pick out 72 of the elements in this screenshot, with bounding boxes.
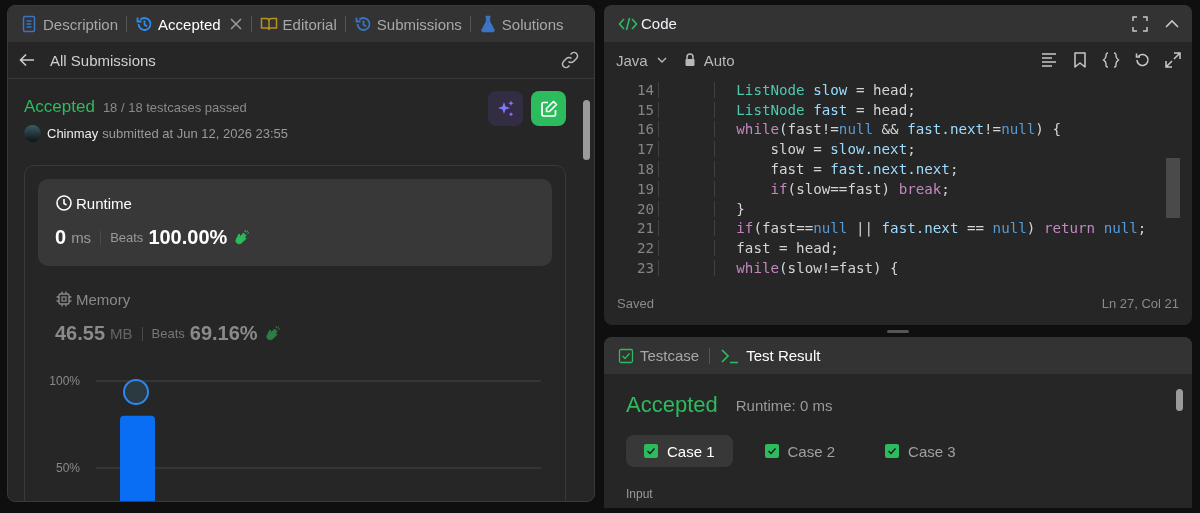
language-dropdown[interactable]: Java (614, 51, 670, 69)
submission-time: submitted at Jun 12, 2026 23:55 (102, 126, 289, 141)
submission-status: Accepted (24, 97, 95, 117)
problem-tab[interactable]: Editorial (259, 15, 337, 33)
history-icon (353, 15, 372, 33)
stat-title: Runtime (76, 194, 132, 212)
expand-icon[interactable] (1164, 51, 1182, 69)
stat-value: 0 (55, 226, 67, 249)
line-number: 16 (635, 121, 654, 138)
lock-icon (683, 53, 696, 67)
line-number: 22 (635, 240, 654, 257)
problem-tab[interactable]: Solutions (478, 15, 564, 33)
testcase-count: 18 / 18 testcases passed (102, 100, 247, 115)
problem-tab[interactable]: Accepted (135, 15, 221, 33)
flask-icon (478, 15, 497, 33)
stat-value: 46.55 (55, 322, 106, 345)
terminal-icon (720, 347, 741, 364)
case-tab[interactable]: Case 1 (626, 435, 733, 467)
code-brackets-icon (618, 15, 638, 32)
stat-title: Memory (76, 290, 131, 308)
stat-unit: ms (71, 229, 92, 246)
result-status: Accepted (626, 392, 718, 418)
problem-tab[interactable]: Description (20, 15, 119, 33)
problem-tab[interactable]: Submissions (353, 15, 462, 33)
edit-icon (538, 98, 559, 119)
checkbox-icon (618, 347, 634, 364)
close-icon[interactable] (228, 17, 243, 31)
stat-panel[interactable]: Runtime 0 ms Beats 100.00% (38, 179, 552, 266)
edit-button[interactable] (531, 91, 566, 126)
beats-label: Beats (151, 326, 185, 341)
format-lines-icon[interactable] (1040, 51, 1058, 69)
stat-panel[interactable]: Memory 46.55 MB Beats 69.16% (38, 275, 552, 362)
case-tab[interactable]: Case 3 (867, 435, 974, 467)
axis-label: 50% (55, 461, 80, 475)
link-icon[interactable] (560, 50, 580, 70)
runtime-text: Runtime: 0 ms (735, 396, 833, 414)
auto-mode-toggle[interactable]: Auto (681, 51, 737, 69)
chip-icon (55, 290, 73, 308)
stat-unit: MB (110, 325, 133, 342)
cursor-position: Ln 27, Col 21 (1101, 295, 1179, 311)
clock-icon (55, 194, 73, 212)
line-number: 20 (635, 200, 654, 217)
back-link[interactable]: All Submissions (18, 51, 156, 69)
fullscreen-icon[interactable] (1132, 15, 1148, 32)
document-icon (20, 15, 38, 33)
back-arrow-icon (18, 51, 36, 69)
history-icon (135, 15, 154, 33)
username-link[interactable]: Chinmay (47, 126, 99, 141)
line-number: 19 (635, 180, 654, 197)
axis-label: 100% (49, 374, 80, 388)
line-number: 14 (635, 81, 654, 98)
line-number: 21 (635, 220, 654, 237)
input-label: Input (626, 487, 654, 501)
resize-handle[interactable] (887, 330, 909, 333)
beats-label: Beats (110, 230, 144, 245)
user-marker (123, 379, 149, 405)
panel-tab[interactable]: Testcase (618, 347, 700, 364)
braces-icon[interactable] (1102, 51, 1120, 69)
sparkle-button[interactable] (488, 91, 523, 126)
panel-title: Code (641, 15, 677, 32)
line-number: 18 (635, 161, 654, 178)
panel-tab[interactable]: Test Result (720, 347, 821, 364)
case-tab[interactable]: Case 2 (746, 435, 854, 467)
save-status: Saved (617, 295, 654, 311)
book-icon (259, 15, 278, 33)
bookmark-icon[interactable] (1071, 51, 1089, 69)
beats-percent: 69.16% (189, 322, 258, 345)
undo-icon[interactable] (1133, 51, 1151, 69)
beats-percent: 100.00% (148, 226, 228, 249)
line-number: 15 (635, 101, 654, 118)
line-number: 23 (635, 260, 654, 277)
line-number: 17 (635, 141, 654, 158)
